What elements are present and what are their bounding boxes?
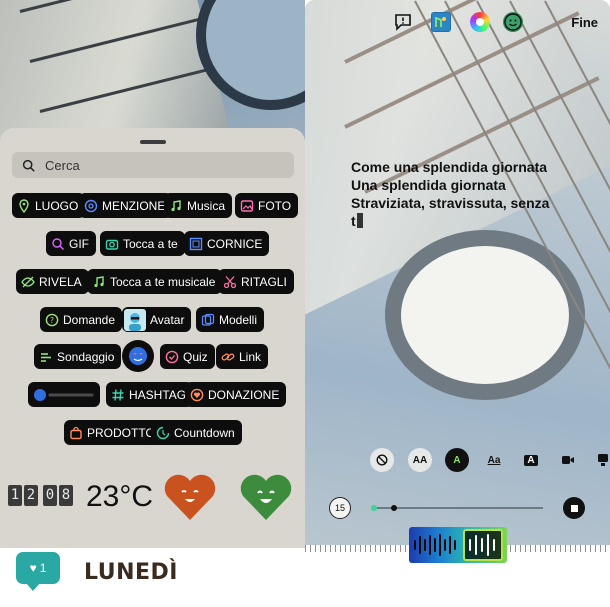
link-icon (221, 352, 235, 361)
text-background-icon: A (524, 454, 538, 466)
poll-icon (41, 352, 51, 362)
eye-off-icon (21, 276, 35, 287)
stack-icon (598, 454, 608, 466)
playback-scrubber[interactable] (371, 505, 543, 511)
question-icon: ? (45, 313, 59, 326)
donation-heart-icon (190, 388, 204, 401)
temperature-sticker[interactable]: 23°C (86, 480, 153, 514)
lyrics-caption[interactable]: Come una splendida giornata Una splendid… (351, 158, 591, 230)
scissors-icon (223, 275, 237, 288)
gif-search-icon (52, 237, 64, 250)
frame-icon (189, 237, 203, 250)
done-button[interactable]: Fine (571, 15, 598, 30)
lyrics-style-toolbar: AA A Aa A (305, 448, 610, 472)
sticker-location[interactable]: LUOGO (12, 193, 86, 218)
camera-icon (105, 239, 119, 250)
no-effect-button[interactable] (370, 448, 394, 472)
sticker-music[interactable]: Musica (164, 193, 233, 218)
video-camera-icon (562, 456, 574, 464)
widget-stickers-row: 1 2 0 8 23°C (0, 470, 305, 530)
sticker-reveal[interactable]: RIVELA (16, 269, 89, 294)
avatar-icon (124, 308, 146, 331)
sticker-countdown[interactable]: Countdown (151, 420, 242, 445)
clip-selection-window[interactable] (463, 529, 503, 561)
stop-icon (570, 504, 578, 512)
music-note-icon (171, 199, 181, 211)
sticker-mention[interactable]: MENZIONE (79, 193, 173, 218)
sticker-avatar[interactable]: Avatar (122, 307, 192, 332)
stop-button[interactable] (563, 497, 585, 519)
sticker-quiz[interactable]: Quiz (160, 344, 215, 369)
green-heart-face-icon[interactable] (238, 472, 294, 522)
sticker-product[interactable]: PRODOTTO (64, 420, 162, 445)
scrubber-handle[interactable] (391, 505, 397, 511)
sticker-cutouts[interactable]: RITAGLI (218, 269, 294, 294)
font-size-icon: AA (412, 454, 428, 466)
sheet-drag-handle[interactable] (140, 140, 166, 144)
emoji-slider-icon (34, 388, 94, 401)
sticker-donation[interactable]: DONAZIONE (185, 382, 287, 407)
at-sign-icon (84, 199, 98, 212)
heart-eyes-emoji-icon (129, 347, 147, 365)
location-pin-icon (19, 198, 29, 213)
sticker-panel-screen: Cerca LUOGO MENZIONE Musica FOTO GIF Toc… (0, 0, 305, 607)
search-input[interactable]: Cerca (12, 152, 294, 178)
sticker-templates[interactable]: Modelli (196, 307, 265, 332)
sticker-gif[interactable]: GIF (46, 231, 96, 256)
check-circle-icon (165, 350, 179, 363)
music-note-icon (94, 275, 104, 287)
orange-heart-face-icon[interactable] (162, 472, 218, 522)
text-cursor (356, 213, 363, 228)
video-button[interactable] (556, 448, 580, 472)
color-picker-icon[interactable] (470, 12, 490, 32)
flip-clock-sticker[interactable]: 1 2 0 8 (8, 485, 73, 506)
svg-text:?: ? (50, 316, 54, 325)
search-placeholder: Cerca (45, 157, 80, 173)
sticker-music-tocca-a-te[interactable]: Tocca a te musicale (87, 269, 223, 294)
text-style-button[interactable]: Aa (482, 448, 506, 472)
photo-icon (240, 199, 254, 212)
text-style-icon: Aa (487, 454, 501, 466)
text-background-button[interactable]: A (519, 448, 543, 472)
no-effect-icon (376, 454, 388, 466)
font-size-button[interactable]: AA (408, 448, 432, 472)
search-icon (22, 159, 35, 172)
duration-button[interactable]: 15 (329, 497, 351, 519)
templates-icon (201, 313, 215, 326)
sticker-emoji-slider[interactable] (28, 382, 100, 407)
sticker-tray-icon[interactable] (431, 12, 451, 32)
sticker-frame[interactable]: CORNICE (184, 231, 270, 256)
sticker-link[interactable]: Link (216, 344, 269, 369)
sticker-questions[interactable]: ? Domande (40, 307, 123, 332)
heart-icon: ♥ (29, 561, 37, 575)
sticker-photo[interactable]: FOTO (235, 193, 299, 218)
lyrics-style-button[interactable]: A (445, 448, 469, 472)
audio-clip-selector[interactable] (409, 527, 507, 563)
sticker-poll[interactable]: Sondaggio (34, 344, 122, 369)
sticker-hashtag[interactable]: HASHTAG (106, 382, 194, 407)
sticker-footer-row: ♥ 1 LUNEDÌ (0, 548, 305, 607)
countdown-icon (156, 426, 170, 439)
story-editor-screen: Fine Come una splendida giornata Una spl… (305, 0, 610, 607)
lyrics-style-icon: A (453, 454, 461, 466)
sticker-tocca-a-te[interactable]: Tocca a te (100, 231, 185, 256)
hashtag-icon (112, 388, 124, 401)
sticker-emoji-reaction[interactable] (122, 340, 154, 372)
like-count-sticker[interactable]: ♥ 1 (16, 552, 60, 584)
shopping-bag-icon (70, 426, 82, 439)
more-styles-button[interactable] (591, 448, 610, 472)
report-icon[interactable] (393, 12, 413, 32)
emoji-face-icon[interactable] (503, 12, 523, 32)
day-sticker[interactable]: LUNEDÌ (84, 560, 178, 585)
